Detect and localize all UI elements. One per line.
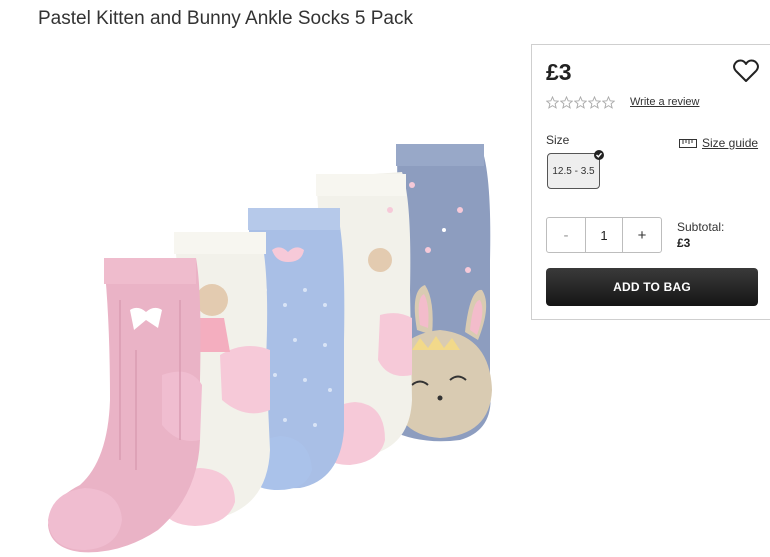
star-icon [588,96,601,109]
size-guide-link[interactable]: Size guide [679,136,758,150]
rating-stars [546,96,615,109]
star-icon [546,96,559,109]
price: £3 [546,59,572,85]
subtotal-label: Subtotal: [677,220,725,234]
star-icon [602,96,615,109]
quantity-decrease-button[interactable]: - [547,218,585,252]
add-to-bag-button[interactable]: ADD TO BAG [546,268,758,306]
check-icon [594,150,604,160]
heart-icon[interactable] [733,59,759,83]
quantity-stepper: - + [546,217,662,253]
star-icon [560,96,573,109]
size-option-selected[interactable]: 12.5 - 3.5 [547,153,600,189]
size-label: Size [546,133,570,147]
star-icon [574,96,587,109]
product-image [48,144,492,553]
quantity-increase-button[interactable]: + [623,218,661,252]
write-review-link[interactable]: Write a review [630,96,699,108]
product-title: Pastel Kitten and Bunny Ankle Socks 5 Pa… [38,8,413,29]
subtotal-value: £3 [677,236,691,250]
size-guide-label: Size guide [702,136,759,150]
quantity-input[interactable] [585,218,623,252]
purchase-panel: £3 Write a review Size Size guide 12.5 -… [531,44,770,320]
ruler-icon [679,138,697,148]
